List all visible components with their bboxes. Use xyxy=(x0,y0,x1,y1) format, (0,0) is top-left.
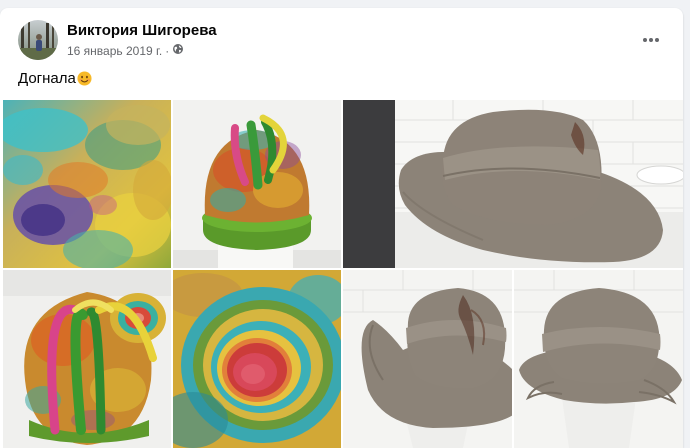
post-meta: 16 январь 2019 г. · xyxy=(67,43,184,58)
photo-felt-spiral-closeup[interactable] xyxy=(173,270,341,448)
photo-colorful-felt-hat-top[interactable] xyxy=(173,100,341,268)
photo-felt-texture-closeup[interactable] xyxy=(3,100,171,268)
post-text: Догнала xyxy=(18,70,92,87)
smiling-face-emoji xyxy=(77,71,92,86)
photo-taupe-hat-back[interactable] xyxy=(514,270,683,448)
globe-icon xyxy=(172,43,184,58)
photo-taupe-brimmed-hat[interactable] xyxy=(343,100,683,268)
more-options-icon[interactable] xyxy=(637,28,665,52)
photo-taupe-hat-front[interactable] xyxy=(343,270,512,448)
author-name[interactable]: Виктория Шигорева xyxy=(67,22,217,39)
post-date[interactable]: 16 январь 2019 г. xyxy=(67,44,162,58)
author-avatar[interactable] xyxy=(18,20,58,60)
post-card: Виктория Шигорева 16 январь 2019 г. · До… xyxy=(0,8,683,448)
post-text-content: Догнала xyxy=(18,70,76,87)
meta-separator: · xyxy=(165,43,170,58)
photo-colorful-felt-hat-side[interactable] xyxy=(3,270,171,448)
